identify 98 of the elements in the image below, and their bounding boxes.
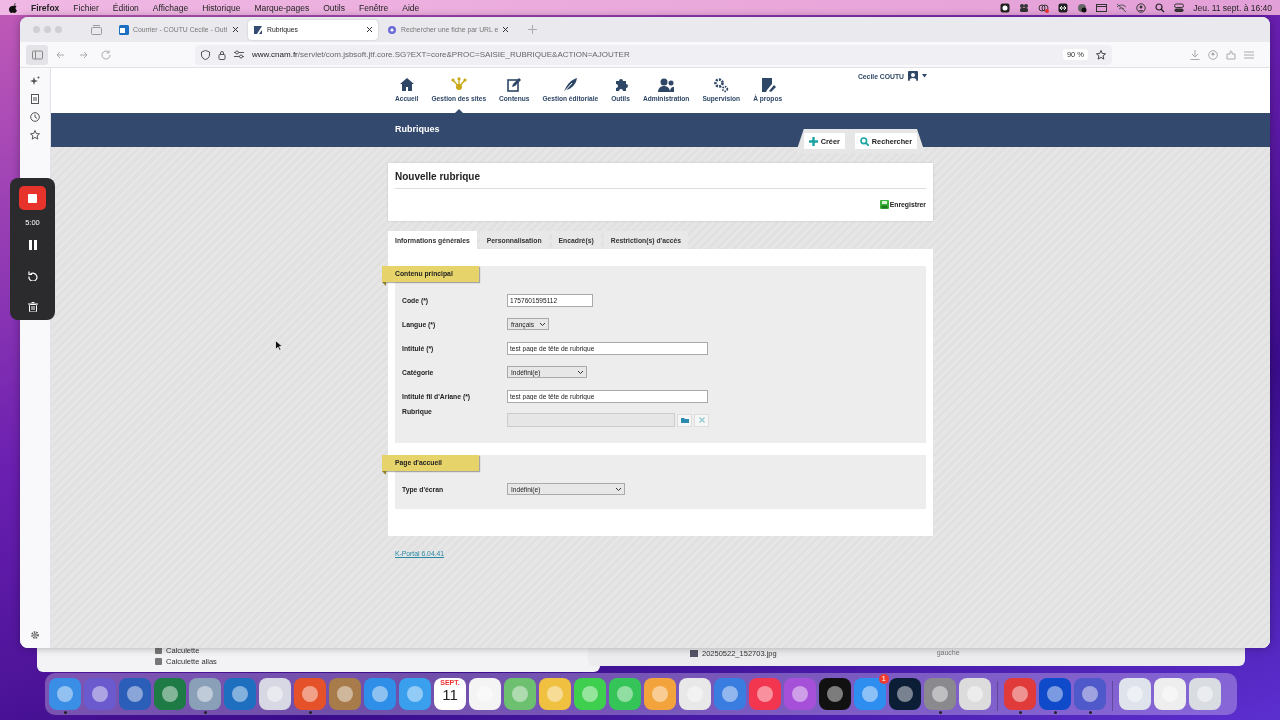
reload-icon [100, 49, 112, 60]
stop-icon [28, 193, 37, 203]
floppy-icon [879, 200, 889, 209]
search-icon [859, 136, 869, 146]
app-icon[interactable] [154, 678, 186, 710]
restart-button[interactable] [27, 271, 38, 281]
app-icon[interactable] [644, 678, 676, 710]
wifi-off-icon[interactable] [1116, 2, 1128, 13]
chevron-icon [540, 322, 546, 326]
mouse-pointer-icon [275, 340, 283, 351]
search-icon[interactable] [1155, 2, 1166, 13]
globe-icon[interactable] [1077, 2, 1088, 13]
sliders-icon [234, 50, 244, 59]
app-icon[interactable] [749, 678, 781, 710]
app-icon[interactable] [1189, 678, 1221, 710]
star-icon[interactable] [30, 130, 40, 140]
app-icon[interactable] [609, 678, 641, 710]
notification-badge: 1 [878, 674, 889, 684]
menu-item[interactable]: Affichage [152, 2, 189, 13]
app-icon[interactable] [539, 678, 571, 710]
close-icon [698, 417, 705, 423]
app-icon[interactable] [819, 678, 851, 710]
restart-icon [27, 271, 38, 281]
app-icon[interactable] [49, 678, 81, 710]
cloud-icon[interactable] [1038, 2, 1050, 13]
app-icon[interactable] [364, 678, 396, 710]
image-file-icon [690, 650, 698, 657]
account-icon[interactable] [1208, 49, 1218, 60]
apple-icon [8, 2, 17, 13]
app-icon[interactable] [119, 678, 151, 710]
app-icon[interactable] [1074, 678, 1106, 710]
menu-bar-clock: Jeu. 11 sept. à 16:40 [1193, 2, 1272, 13]
page-favicon-icon [253, 24, 263, 35]
shield-icon [201, 49, 210, 60]
app-icon[interactable] [1154, 678, 1186, 710]
record-icon[interactable] [1000, 2, 1011, 13]
app-menu[interactable]: Firefox [31, 2, 60, 13]
menu-item[interactable]: Aide [402, 2, 420, 13]
tab-list-icon[interactable] [91, 24, 102, 35]
stop-button[interactable] [19, 186, 46, 210]
app-icon[interactable] [1119, 678, 1151, 710]
plus-icon [808, 136, 818, 146]
page-icon[interactable] [30, 94, 40, 104]
close-icon[interactable] [366, 26, 373, 33]
menu-item[interactable]: Marque-pages [254, 2, 310, 13]
lock-icon [218, 49, 226, 60]
menu-item[interactable]: Outils [323, 2, 345, 13]
app-icon[interactable] [959, 678, 991, 710]
delete-button[interactable] [27, 302, 38, 312]
app-icon[interactable] [504, 678, 536, 710]
avatar-icon [908, 71, 918, 81]
mail-favicon-icon [119, 24, 129, 35]
app-icon[interactable] [679, 678, 711, 710]
menu-item[interactable]: Fichier [73, 2, 99, 13]
app-icon[interactable] [84, 678, 116, 710]
sidebar-icon [31, 49, 43, 60]
sidebar-toggle[interactable] [26, 44, 48, 65]
url-text: www.cnam.fr/servlet/com.jsbsoft.jtf.core.SG?EXT=core&PROC=SAISIE_RUBRIQUE&ACTION=AJOUTER [252, 50, 631, 59]
star-icon[interactable] [1096, 49, 1106, 60]
menu-item[interactable]: Fenêtre [359, 2, 389, 13]
page-title: Rubriques [394, 123, 440, 134]
new-tab-icon[interactable] [528, 25, 538, 34]
download-icon[interactable] [1190, 49, 1200, 60]
user-icon[interactable] [1136, 2, 1147, 13]
caret-icon [922, 74, 927, 78]
close-icon[interactable] [502, 26, 510, 33]
history-icon[interactable] [30, 112, 40, 122]
gear-favicon-icon [387, 24, 397, 35]
app-icon[interactable] [784, 678, 816, 710]
app-icon[interactable] [224, 678, 256, 710]
arrows-icon[interactable] [1058, 2, 1069, 13]
app-icon[interactable] [574, 678, 606, 710]
app-icon[interactable] [259, 678, 291, 710]
toggles-icon[interactable] [1174, 2, 1185, 13]
app-icon[interactable] [189, 678, 221, 710]
close-icon[interactable] [232, 26, 239, 33]
window-icon[interactable] [1096, 2, 1108, 13]
chevron-icon [578, 370, 583, 374]
sparkle-icon[interactable] [30, 76, 40, 86]
trash-icon [27, 302, 38, 312]
chevron-icon [616, 487, 621, 491]
form-title: Nouvelle rubrique [395, 163, 926, 189]
pause-icon [27, 240, 38, 250]
folder-icon [680, 417, 689, 423]
app-icon[interactable] [399, 678, 431, 710]
pause-button[interactable] [27, 240, 38, 250]
app-icon[interactable] [924, 678, 956, 710]
app-icon[interactable] [889, 678, 921, 710]
browse-button[interactable] [677, 413, 692, 427]
back-arrow-icon [54, 49, 66, 60]
app-icon[interactable] [1039, 678, 1071, 710]
menu-item[interactable]: Historique [202, 2, 241, 13]
menu-item[interactable]: Édition [112, 2, 139, 13]
app-icon[interactable] [469, 678, 501, 710]
app-icon[interactable] [714, 678, 746, 710]
app-icon[interactable] [329, 678, 361, 710]
forward-arrow-icon [77, 49, 89, 60]
app-icon[interactable] [294, 678, 326, 710]
